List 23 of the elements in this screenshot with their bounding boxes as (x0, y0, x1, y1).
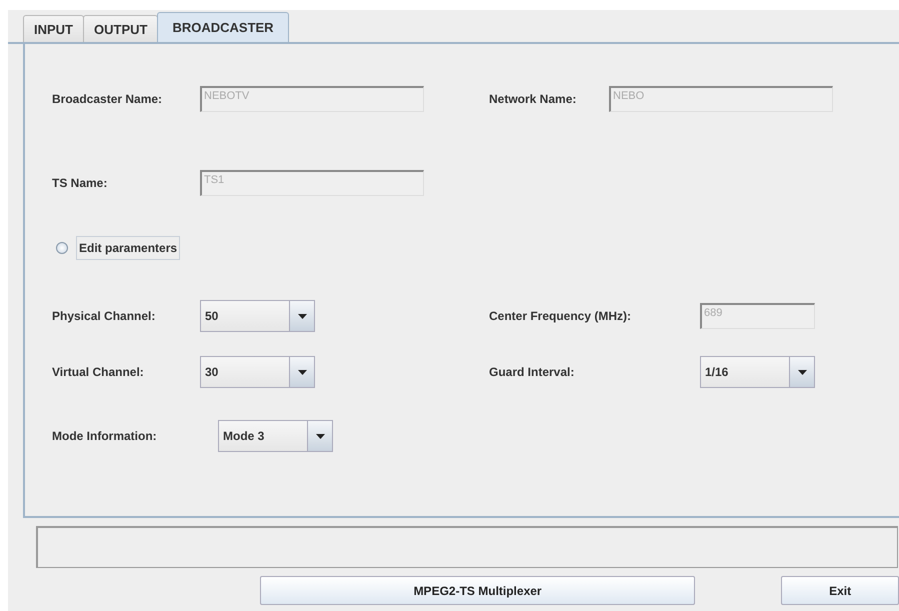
radio-button[interactable] (56, 242, 68, 254)
exit-button[interactable]: Exit (781, 576, 899, 605)
tab[interactable]: INPUT (23, 15, 84, 42)
dropdown[interactable]: 50 (200, 300, 315, 332)
field-label: Network Name: (489, 92, 578, 106)
field-label: Mode Information: (52, 429, 158, 443)
field-label: TS Name: (52, 176, 108, 190)
caret-icon (298, 370, 306, 374)
dropdown[interactable]: 30 (200, 356, 315, 388)
multiplexer-button[interactable]: MPEG2-TS Multiplexer (260, 576, 696, 605)
caret-icon (298, 314, 306, 318)
field-label: Virtual Channel: (52, 365, 145, 379)
caret-icon (798, 370, 806, 374)
field-label: Center Frequency (MHz): (489, 309, 632, 323)
field-label: Physical Channel: (52, 309, 156, 323)
caret-icon (316, 434, 324, 438)
dropdown[interactable]: 1/16 (700, 356, 815, 388)
tab[interactable]: OUTPUT (83, 15, 158, 42)
field-label: Broadcaster Name: (52, 92, 164, 106)
field-label: Guard Interval: (489, 365, 576, 379)
dropdown[interactable]: Mode 3 (218, 420, 333, 452)
radio-label[interactable]: Edit paramenters (76, 236, 180, 260)
tab[interactable]: BROADCASTER (157, 12, 289, 42)
